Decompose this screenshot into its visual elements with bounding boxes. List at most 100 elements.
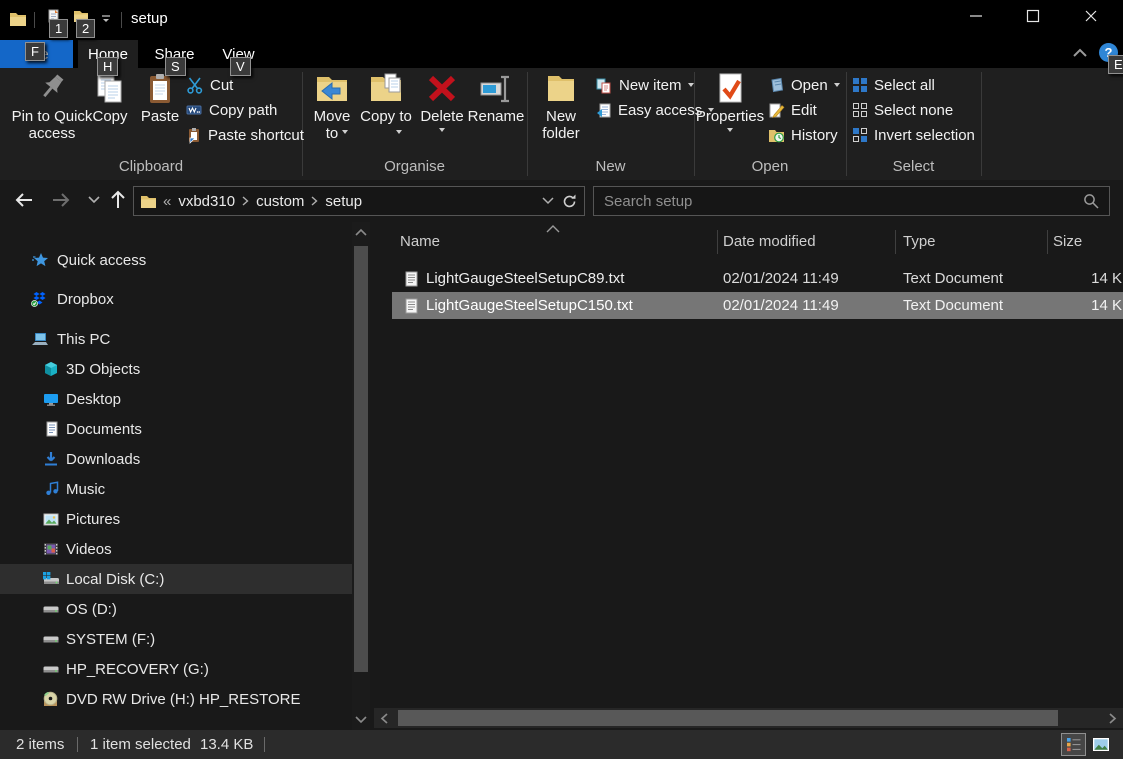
scrollbar-thumb[interactable] [354, 246, 368, 672]
rename-button[interactable]: Rename [468, 72, 524, 125]
breadcrumb-chevron-icon[interactable] [311, 196, 318, 206]
sidebar-item-system-f[interactable]: SYSTEM (F:) [0, 624, 352, 654]
delete-button[interactable]: Delete [416, 72, 468, 132]
search-box[interactable] [593, 186, 1110, 216]
status-separator [77, 737, 78, 752]
select-all-button[interactable]: Select all [852, 74, 935, 96]
scrollbar-thumb[interactable] [398, 710, 1058, 726]
dropbox-icon [31, 291, 48, 307]
address-dropdown-icon[interactable] [542, 197, 554, 205]
copy-to-button[interactable]: Copy to [360, 72, 412, 125]
scroll-down-icon[interactable] [355, 716, 367, 724]
sidebar-item-music[interactable]: Music [0, 474, 352, 504]
sidebar-item-pictures[interactable]: Pictures [0, 504, 352, 534]
qat-customize-button[interactable] [99, 12, 113, 30]
collapse-ribbon-button[interactable] [1072, 45, 1092, 59]
minimize-button[interactable] [953, 0, 999, 32]
dropdown-caret-icon [396, 130, 402, 134]
paste-shortcut-button[interactable]: Paste shortcut [186, 124, 304, 146]
close-button[interactable] [1068, 0, 1114, 32]
column-divider[interactable] [895, 230, 896, 254]
file-row[interactable]: LightGaugeSteelSetupC89.txt 02/01/2024 1… [392, 265, 1123, 292]
invert-selection-button[interactable]: Invert selection [852, 124, 975, 146]
paste-icon [143, 72, 177, 106]
sidebar-item-3d-objects[interactable]: 3D Objects [0, 354, 352, 384]
paste-button[interactable]: Paste [136, 72, 184, 125]
file-row-selected[interactable]: LightGaugeSteelSetupC150.txt 02/01/2024 … [392, 292, 1123, 319]
breadcrumb-item[interactable]: custom [256, 193, 304, 210]
sidebar-scrollbar[interactable] [352, 222, 370, 730]
search-icon[interactable] [1083, 193, 1099, 209]
sidebar-item-dvd-drive-h[interactable]: DVD RW Drive (H:) HP_RESTORE [0, 684, 352, 714]
share-keytip: S [165, 57, 186, 76]
new-item-button[interactable]: New item [596, 74, 694, 96]
file-keytip: F [25, 42, 45, 61]
titlebar-separator [34, 12, 35, 28]
file-size: 14 KB [1042, 265, 1123, 292]
sidebar-item-documents[interactable]: Documents [0, 414, 352, 444]
copy-path-button[interactable]: Copy path [186, 99, 277, 121]
up-button[interactable] [104, 186, 132, 214]
pictures-icon [43, 512, 59, 527]
this-pc-icon [31, 332, 49, 347]
dvd-drive-icon [42, 691, 59, 707]
sidebar-item-this-pc[interactable]: This PC [0, 324, 352, 354]
column-divider[interactable] [717, 230, 718, 254]
title-bar: 1 2 setup [0, 0, 1123, 40]
back-arrow-icon [13, 190, 35, 210]
column-divider[interactable] [1047, 230, 1048, 254]
clipboard-group-label: Clipboard [0, 156, 302, 176]
pin-to-quick-access-button[interactable]: Pin to Quick access [6, 72, 98, 142]
scroll-right-icon[interactable] [1109, 713, 1117, 724]
thumbnail-view-button[interactable] [1088, 733, 1113, 756]
sort-ascending-icon[interactable] [546, 224, 560, 233]
file-type: Text Document [903, 292, 1003, 319]
copy-path-icon [186, 102, 203, 118]
back-button[interactable] [10, 186, 38, 214]
history-button[interactable]: History [768, 124, 838, 146]
details-view-button[interactable] [1061, 733, 1086, 756]
select-none-button[interactable]: Select none [852, 99, 953, 121]
breadcrumb-chevron-icon[interactable] [242, 196, 249, 206]
horizontal-scrollbar[interactable] [374, 708, 1123, 728]
dropdown-caret-icon [342, 130, 348, 134]
sidebar-item-desktop[interactable]: Desktop [0, 384, 352, 414]
sidebar-item-videos[interactable]: Videos [0, 534, 352, 564]
properties-icon [713, 72, 747, 106]
address-bar[interactable]: « vxbd310 custom setup [133, 186, 585, 216]
copy-button[interactable]: Copy [86, 72, 134, 125]
move-to-button[interactable]: Move to [306, 72, 358, 142]
dropdown-caret-icon [688, 83, 694, 87]
column-header-name[interactable]: Name [400, 233, 440, 250]
breadcrumb-item[interactable]: vxbd310 [178, 193, 235, 210]
breadcrumb-item[interactable]: setup [325, 193, 362, 210]
edit-button[interactable]: Edit [768, 99, 817, 121]
sidebar-item-hp-recovery-g[interactable]: HP_RECOVERY (G:) [0, 654, 352, 684]
copy-to-icon [369, 72, 403, 106]
properties-button[interactable]: Properties [698, 72, 762, 132]
titlebar-separator [121, 12, 122, 28]
minimize-icon [969, 9, 983, 23]
sidebar-item-dropbox[interactable]: Dropbox [0, 284, 352, 314]
cut-button[interactable]: Cut [186, 74, 233, 96]
navigation-bar: « vxbd310 custom setup [0, 180, 1123, 222]
sidebar-item-os-d[interactable]: OS (D:) [0, 594, 352, 624]
sidebar-item-quick-access[interactable]: Quick access [0, 245, 352, 275]
sidebar-item-local-disk-c[interactable]: Local Disk (C:) [0, 564, 352, 594]
scroll-up-icon[interactable] [355, 228, 367, 236]
navigation-pane: Quick access Dropbox This PC 3D Object [0, 222, 352, 730]
file-date: 02/01/2024 11:49 [723, 292, 839, 319]
sidebar-item-downloads[interactable]: Downloads [0, 444, 352, 474]
column-header-type[interactable]: Type [903, 233, 936, 250]
column-header-size[interactable]: Size [1053, 233, 1082, 250]
maximize-button[interactable] [1010, 0, 1056, 32]
search-input[interactable] [594, 193, 1083, 210]
breadcrumb-overflow-icon[interactable]: « [163, 193, 171, 210]
column-header-date-modified[interactable]: Date modified [723, 233, 816, 250]
open-button[interactable]: Open [768, 74, 840, 96]
file-size: 14 KB [1042, 292, 1123, 319]
forward-button[interactable] [47, 186, 75, 214]
scroll-left-icon[interactable] [380, 713, 388, 724]
new-folder-button[interactable]: New folder [534, 72, 588, 142]
refresh-icon[interactable] [561, 193, 578, 210]
